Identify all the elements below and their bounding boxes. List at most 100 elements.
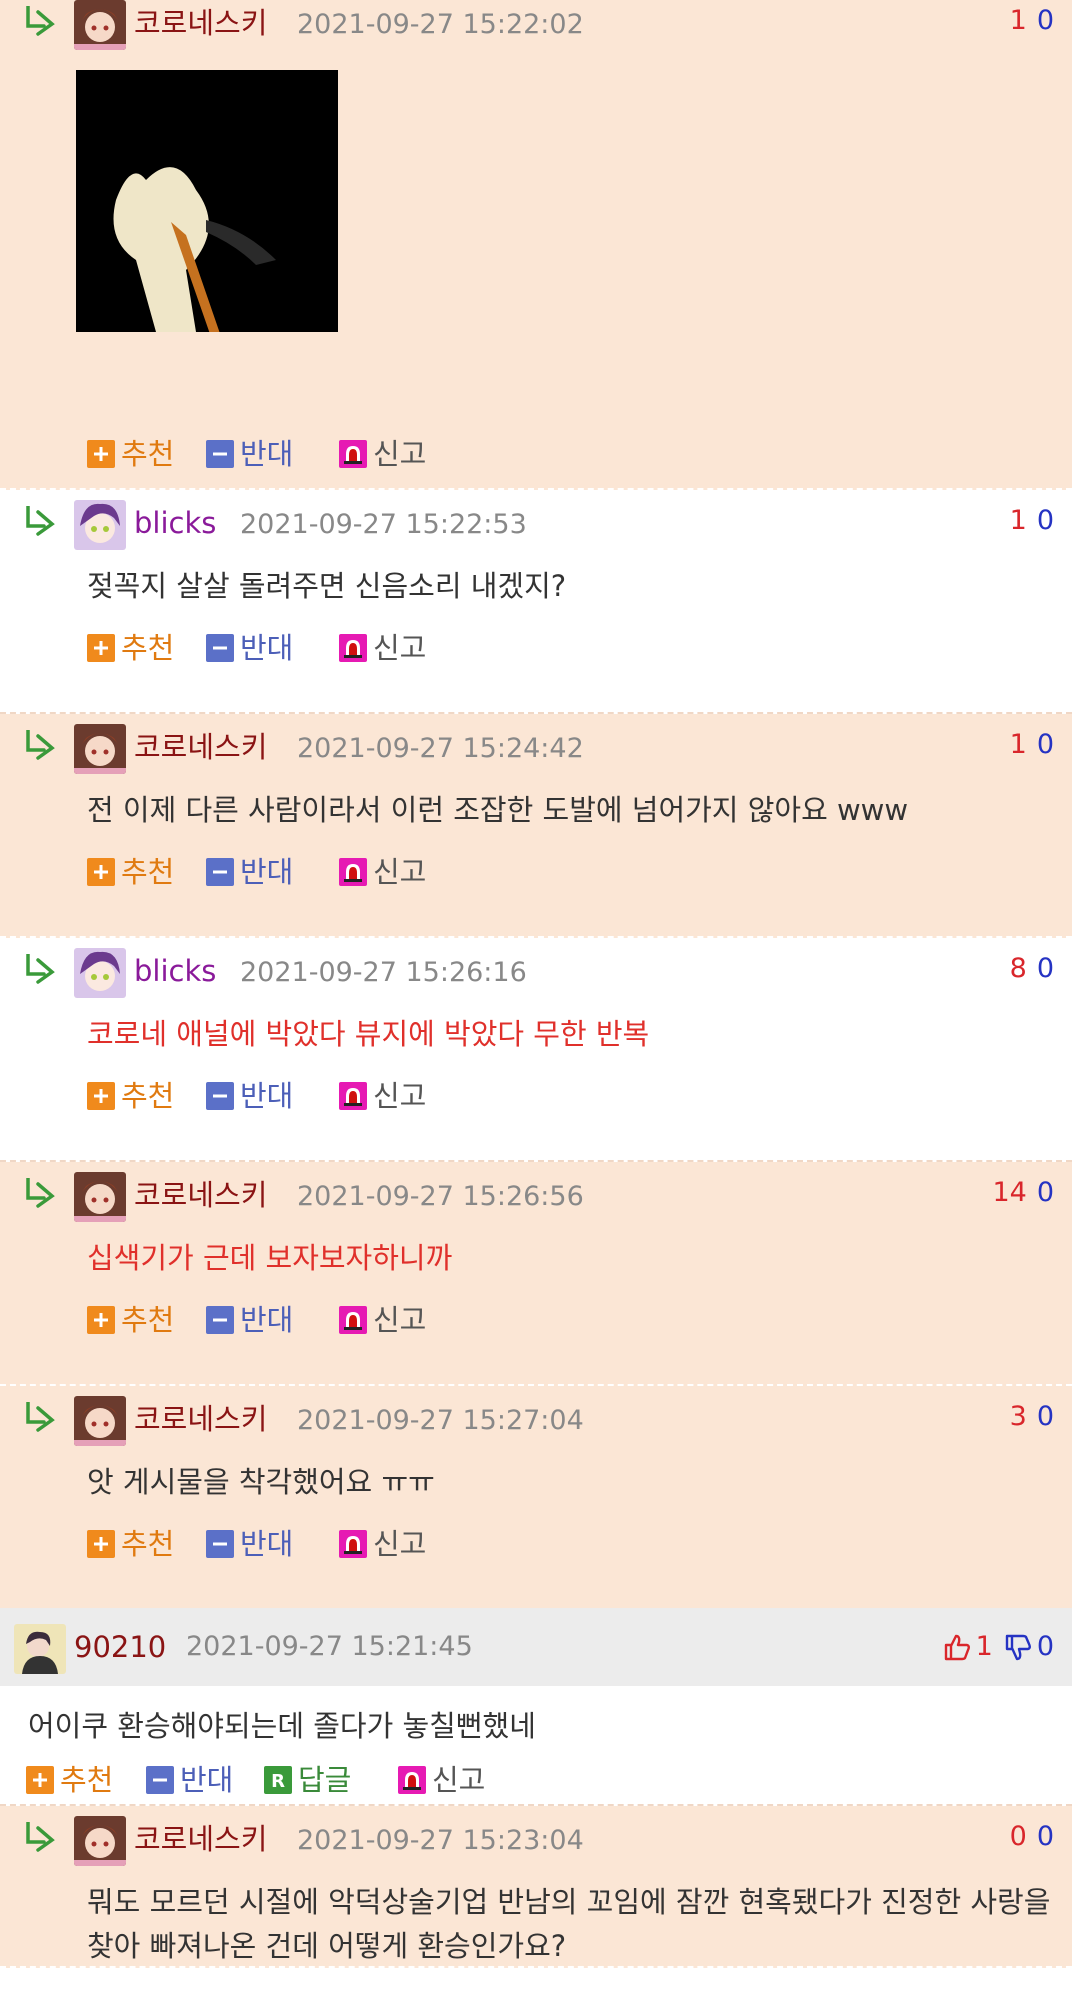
report-button[interactable]: 신고 [339, 1078, 426, 1114]
reply-button[interactable]: R 답글 [264, 1762, 351, 1798]
reply-item: 코로네스키 2021-09-27 15:26:56 14 0 십색기가 근데 보자… [0, 1162, 1072, 1386]
reply-text: 코로네 애널에 박았다 뷰지에 박았다 무한 반복 [87, 1017, 650, 1051]
timestamp: 2021-09-27 15:22:53 [240, 509, 527, 540]
score: 30 [1010, 1400, 1054, 1434]
recommend-label: 추천 [121, 1303, 175, 1337]
oppose-button[interactable]: 반대 [146, 1762, 233, 1798]
comment-actions: 추천 반대 R 답글 신고 [0, 1746, 1072, 1806]
oppose-label: 반대 [240, 1079, 294, 1113]
avatar[interactable] [14, 1624, 66, 1674]
username[interactable]: blicks [134, 952, 216, 990]
recommend-button[interactable]: 추천 [87, 854, 174, 890]
recommend-label: 추천 [121, 1527, 175, 1561]
timestamp: 2021-09-27 15:23:04 [297, 1825, 584, 1856]
oppose-button[interactable]: 반대 [206, 1078, 293, 1114]
reply-actions: 추천 반대 신고 [0, 1298, 1072, 1346]
plus-icon [87, 440, 115, 468]
avatar[interactable] [74, 724, 126, 774]
reply-item: 코로네스키 2021-09-27 15:22:02 10 추천 반대 신고 [0, 0, 1072, 490]
recommend-button[interactable]: 추천 [87, 1302, 174, 1338]
downvote-count: 0 [1036, 953, 1054, 984]
report-label: 신고 [373, 1303, 427, 1337]
plus-icon [87, 1082, 115, 1110]
reply-text: 전 이제 다른 사람이라서 이런 조잡한 도발에 넘어가지 않아요 www [87, 793, 909, 827]
recommend-button[interactable]: 추천 [26, 1762, 113, 1798]
reply-header: blicks 2021-09-27 15:26:16 80 [0, 948, 1072, 1004]
report-button[interactable]: 신고 [339, 854, 426, 890]
siren-icon [339, 1082, 367, 1110]
username[interactable]: 코로네스키 [134, 1176, 267, 1214]
downvote-count: 0 [1036, 5, 1054, 36]
report-label: 신고 [373, 437, 427, 471]
reply-actions: 추천 반대 신고 [0, 1074, 1072, 1122]
oppose-button[interactable]: 반대 [206, 1526, 293, 1562]
oppose-label: 반대 [240, 437, 294, 471]
reply-header: 코로네스키 2021-09-27 15:22:02 10 [0, 0, 1072, 56]
username[interactable]: 코로네스키 [134, 1820, 267, 1858]
recommend-button[interactable]: 추천 [87, 436, 174, 472]
oppose-button[interactable]: 반대 [206, 436, 293, 472]
oppose-button[interactable]: 반대 [206, 854, 293, 890]
reply-header: 코로네스키 2021-09-27 15:27:04 30 [0, 1396, 1072, 1452]
recommend-label: 추천 [60, 1763, 114, 1797]
score: 10 [1010, 504, 1054, 538]
upvote-count: 1 [1009, 729, 1027, 760]
reply-header: blicks 2021-09-27 15:22:53 10 [0, 500, 1072, 556]
avatar[interactable] [74, 0, 126, 50]
reply-label: 답글 [298, 1763, 352, 1797]
upvote-count: 1 [1009, 505, 1027, 536]
oppose-label: 반대 [180, 1763, 234, 1797]
avatar[interactable] [74, 1816, 126, 1866]
recommend-button[interactable]: 추천 [87, 630, 174, 666]
report-label: 신고 [373, 1527, 427, 1561]
report-button[interactable]: 신고 [339, 436, 426, 472]
recommend-button[interactable]: 추천 [87, 1526, 174, 1562]
avatar[interactable] [74, 500, 126, 550]
upvote-count: 14 [992, 1177, 1027, 1208]
siren-icon [339, 440, 367, 468]
downvote-count: 0 [1036, 729, 1054, 760]
report-button[interactable]: 신고 [398, 1762, 485, 1798]
reply-text: 뭐도 모르던 시절에 악덕상술기업 반남의 꼬임에 잠깐 현혹됐다가 진정한 사… [87, 1885, 1051, 1963]
report-label: 신고 [373, 631, 427, 665]
username[interactable]: 코로네스키 [134, 4, 267, 42]
thumb-up-icon[interactable] [942, 1632, 972, 1662]
reply-text: 앗 게시물을 착각했어요 ㅠㅠ [87, 1465, 435, 1499]
username[interactable]: 코로네스키 [134, 1400, 267, 1438]
comment-header: 90210 2021-09-27 15:21:45 1 0 [0, 1608, 1072, 1686]
thumb-down-icon[interactable] [1003, 1632, 1033, 1662]
plus-icon [26, 1766, 54, 1794]
reply-header: 코로네스키 2021-09-27 15:26:56 14 0 [0, 1172, 1072, 1228]
avatar[interactable] [74, 948, 126, 998]
downvote-count: 0 [1036, 1631, 1054, 1662]
timestamp: 2021-09-27 15:27:04 [297, 1405, 584, 1436]
avatar[interactable] [74, 1172, 126, 1222]
username[interactable]: blicks [134, 504, 216, 542]
reply-r-icon: R [264, 1766, 292, 1794]
comment-text: 어이쿠 환승해야되는데 졸다가 놓칠뻔했네 [0, 1686, 1072, 1746]
report-button[interactable]: 신고 [339, 1526, 426, 1562]
report-button[interactable]: 신고 [339, 1302, 426, 1338]
reply-arrow-icon [26, 1178, 55, 1208]
attached-image[interactable] [76, 70, 338, 380]
oppose-button[interactable]: 반대 [206, 1302, 293, 1338]
siren-icon [339, 634, 367, 662]
username[interactable]: 90210 [74, 1628, 166, 1666]
report-button[interactable]: 신고 [339, 630, 426, 666]
siren-icon [339, 858, 367, 886]
recommend-button[interactable]: 추천 [87, 1078, 174, 1114]
oppose-button[interactable]: 반대 [206, 630, 293, 666]
reply-arrow-icon [26, 6, 55, 36]
minus-icon [146, 1766, 174, 1794]
oppose-label: 반대 [240, 855, 294, 889]
avatar[interactable] [74, 1396, 126, 1446]
plus-icon [87, 634, 115, 662]
upvote-count: 0 [1009, 1821, 1027, 1852]
username[interactable]: 코로네스키 [134, 728, 267, 766]
reply-text: 젖꼭지 살살 돌려주면 신음소리 내겠지? [87, 569, 567, 603]
recommend-label: 추천 [121, 855, 175, 889]
score: 00 [1010, 1820, 1054, 1854]
recommend-label: 추천 [121, 1079, 175, 1113]
recommend-label: 추천 [121, 437, 175, 471]
recommend-label: 추천 [121, 631, 175, 665]
